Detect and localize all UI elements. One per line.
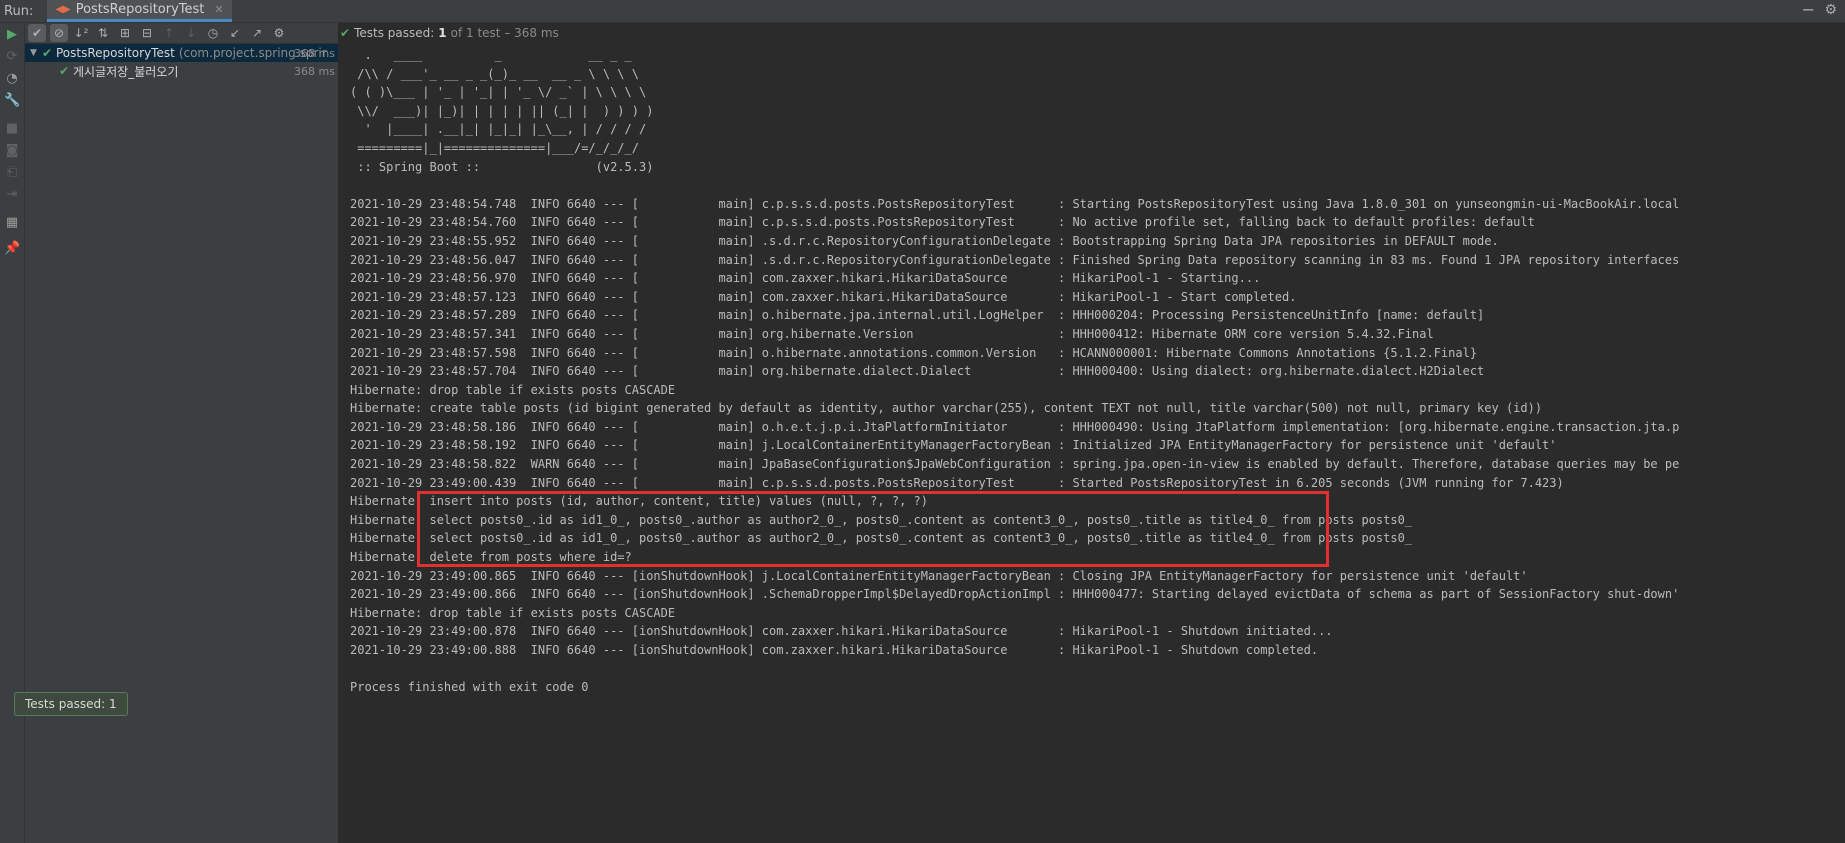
close-icon[interactable]: ✕ <box>214 3 223 16</box>
import-tests-icon[interactable]: ↙ <box>226 24 244 42</box>
console-line: 2021-10-29 23:48:57.289 INFO 6640 --- [ … <box>350 308 1485 323</box>
rerun-icon[interactable]: ▶ <box>4 27 20 43</box>
console-line: 2021-10-29 23:48:54.760 INFO 6640 --- [ … <box>350 215 1535 230</box>
run-label: Run: <box>4 3 34 19</box>
run-tab-posts-repository-test[interactable]: ◀▶ PostsRepositoryTest ✕ <box>47 0 232 22</box>
tree-item-time: 368 ms <box>294 64 335 78</box>
layout-icon[interactable]: ▦ <box>4 215 20 231</box>
console-line: 2021-10-29 23:49:00.878 INFO 6640 --- [i… <box>350 624 1333 639</box>
show-passed-icon[interactable]: ✔ <box>28 24 46 42</box>
wrench-icon[interactable]: 🔧 <box>4 93 20 109</box>
camera-icon[interactable]: ◙ <box>4 143 20 159</box>
console-line: ' |____| .__|_| |_|_| |_\__, | / / / / <box>350 122 647 137</box>
expand-all-icon[interactable]: ⊞ <box>116 24 134 42</box>
gear-icon[interactable]: ⚙ <box>1824 2 1837 18</box>
passed-check-icon: ✔ <box>42 46 53 60</box>
console-line: Hibernate: drop table if exists posts CA… <box>350 382 676 397</box>
test-history-icon[interactable]: ◷ <box>204 24 222 42</box>
test-tree-toolbar: ✔ ⊘ ↓² ⇅ ⊞ ⊟ ↑ ↓ ◷ ↙ ↗ ⚙ <box>25 23 338 44</box>
exit-icon[interactable]: ⇥ <box>4 187 20 203</box>
console-line: Hibernate: select posts0_.id as id1_0_, … <box>350 512 1413 527</box>
console-line: 2021-10-29 23:48:58.186 INFO 6640 --- [ … <box>350 419 1680 434</box>
console-line: 2021-10-29 23:48:55.952 INFO 6640 --- [ … <box>350 233 1499 248</box>
tree-item-name: 게시글저장_불러오기 <box>73 64 179 79</box>
console-line: ( ( )\___ | '_ | '_| | '_ \/ _` | \ \ \ … <box>350 85 647 100</box>
status-label: Tests passed: <box>354 26 435 40</box>
console-line: =========|_|==============|___/=/_/_/_/ <box>350 140 639 155</box>
export-tests-icon[interactable]: ↗ <box>248 24 266 42</box>
sort-alphabetically-icon[interactable]: ↓² <box>72 24 90 42</box>
console-line: :: Spring Boot :: (v2.5.3) <box>350 159 654 174</box>
tree-item-test-method[interactable]: ✔ 게시글저장_불러오기 368 ms <box>25 62 338 80</box>
next-failed-icon[interactable]: ↓ <box>182 24 200 42</box>
console-line: 2021-10-29 23:48:57.341 INFO 6640 --- [ … <box>350 326 1434 341</box>
console-line: . ____ _ __ _ _ <box>350 48 632 62</box>
rerun-failed-icon[interactable]: ⟳ <box>4 49 20 65</box>
left-vertical-toolbar: ▶ ⟳ ◔ 🔧 ■ ◙ ⎗ ⇥ ▦ 📌 <box>0 23 25 843</box>
status-passed-count: 1 <box>438 26 447 40</box>
collapse-all-icon[interactable]: ⊟ <box>138 24 156 42</box>
console-line: /\\ / ___'_ __ _ _(_)_ __ __ _ \ \ \ \ <box>350 66 639 81</box>
console-line: 2021-10-29 23:49:00.888 INFO 6640 --- [i… <box>350 643 1319 657</box>
console-line: Hibernate: select posts0_.id as id1_0_, … <box>350 531 1413 546</box>
console-line: Hibernate: drop table if exists posts CA… <box>350 605 676 620</box>
console-line: 2021-10-29 23:48:58.192 INFO 6640 --- [ … <box>350 438 1557 453</box>
console-line: Hibernate: create table posts (id bigint… <box>350 401 1543 416</box>
console-line: Hibernate: insert into posts (id, author… <box>350 494 928 509</box>
tree-item-name: PostsRepositoryTest <box>56 46 175 60</box>
minimize-icon[interactable]: − <box>1802 0 1815 19</box>
console-line: 2021-10-29 23:48:56.047 INFO 6640 --- [ … <box>350 252 1680 267</box>
console-line: Process finished with exit code 0 <box>350 680 589 695</box>
test-run-icon: ◀▶ <box>55 4 71 15</box>
console-line: 2021-10-29 23:49:00.866 INFO 6640 --- [i… <box>350 587 1680 602</box>
export-icon[interactable]: ⎗ <box>4 165 20 181</box>
console-line: 2021-10-29 23:49:00.865 INFO 6640 --- [i… <box>350 568 1528 583</box>
previous-failed-icon[interactable]: ↑ <box>160 24 178 42</box>
passed-check-icon: ✔ <box>340 26 351 40</box>
tree-item-posts-repository-test[interactable]: ▼ ✔ PostsRepositoryTest (com.project.spr… <box>25 44 338 62</box>
test-status-line: ✔ Tests passed: 1 of 1 test – 368 ms <box>340 23 559 43</box>
passed-check-icon: ✔ <box>59 64 70 78</box>
show-ignored-icon[interactable]: ⊘ <box>50 24 68 42</box>
stop-icon[interactable]: ■ <box>4 121 20 137</box>
console-line: 2021-10-29 23:48:56.970 INFO 6640 --- [ … <box>350 271 1261 286</box>
pin-icon[interactable]: 📌 <box>4 241 20 257</box>
toggle-auto-test-icon[interactable]: ◔ <box>4 71 20 87</box>
console-line: 2021-10-29 23:49:00.439 INFO 6640 --- [ … <box>350 475 1564 490</box>
test-tree-panel: ✔ ⊘ ↓² ⇅ ⊞ ⊟ ↑ ↓ ◷ ↙ ↗ ⚙ ▼ ✔ PostsReposi… <box>25 23 339 843</box>
console-line: 2021-10-29 23:48:57.598 INFO 6640 --- [ … <box>350 345 1478 360</box>
chevron-down-icon[interactable]: ▼ <box>30 48 42 58</box>
tree-item-time: 368 ms <box>294 46 335 60</box>
sort-by-duration-icon[interactable]: ⇅ <box>94 24 112 42</box>
run-tool-window-header: Run: ◀▶ PostsRepositoryTest ✕ − ⚙ <box>0 0 1845 23</box>
console-line: 2021-10-29 23:48:54.748 INFO 6640 --- [ … <box>350 196 1680 211</box>
run-tab-title: PostsRepositoryTest <box>75 2 205 17</box>
console-line: Hibernate: delete from posts where id=? <box>350 550 632 565</box>
settings-icon[interactable]: ⚙ <box>270 24 288 42</box>
tests-passed-toast[interactable]: Tests passed: 1 <box>14 692 128 716</box>
console-output[interactable]: . ____ _ __ _ _ /\\ / ___'_ __ _ _(_)_ _… <box>350 46 1845 843</box>
console-line: \\/ ___)| |_)| | | | | || (_| | ) ) ) ) <box>350 103 654 118</box>
console-line: 2021-10-29 23:48:57.123 INFO 6640 --- [ … <box>350 289 1297 304</box>
status-rest: of 1 test – 368 ms <box>450 26 559 40</box>
console-line: 2021-10-29 23:48:57.704 INFO 6640 --- [ … <box>350 364 1485 379</box>
console-line: 2021-10-29 23:48:58.822 WARN 6640 --- [ … <box>350 457 1680 472</box>
